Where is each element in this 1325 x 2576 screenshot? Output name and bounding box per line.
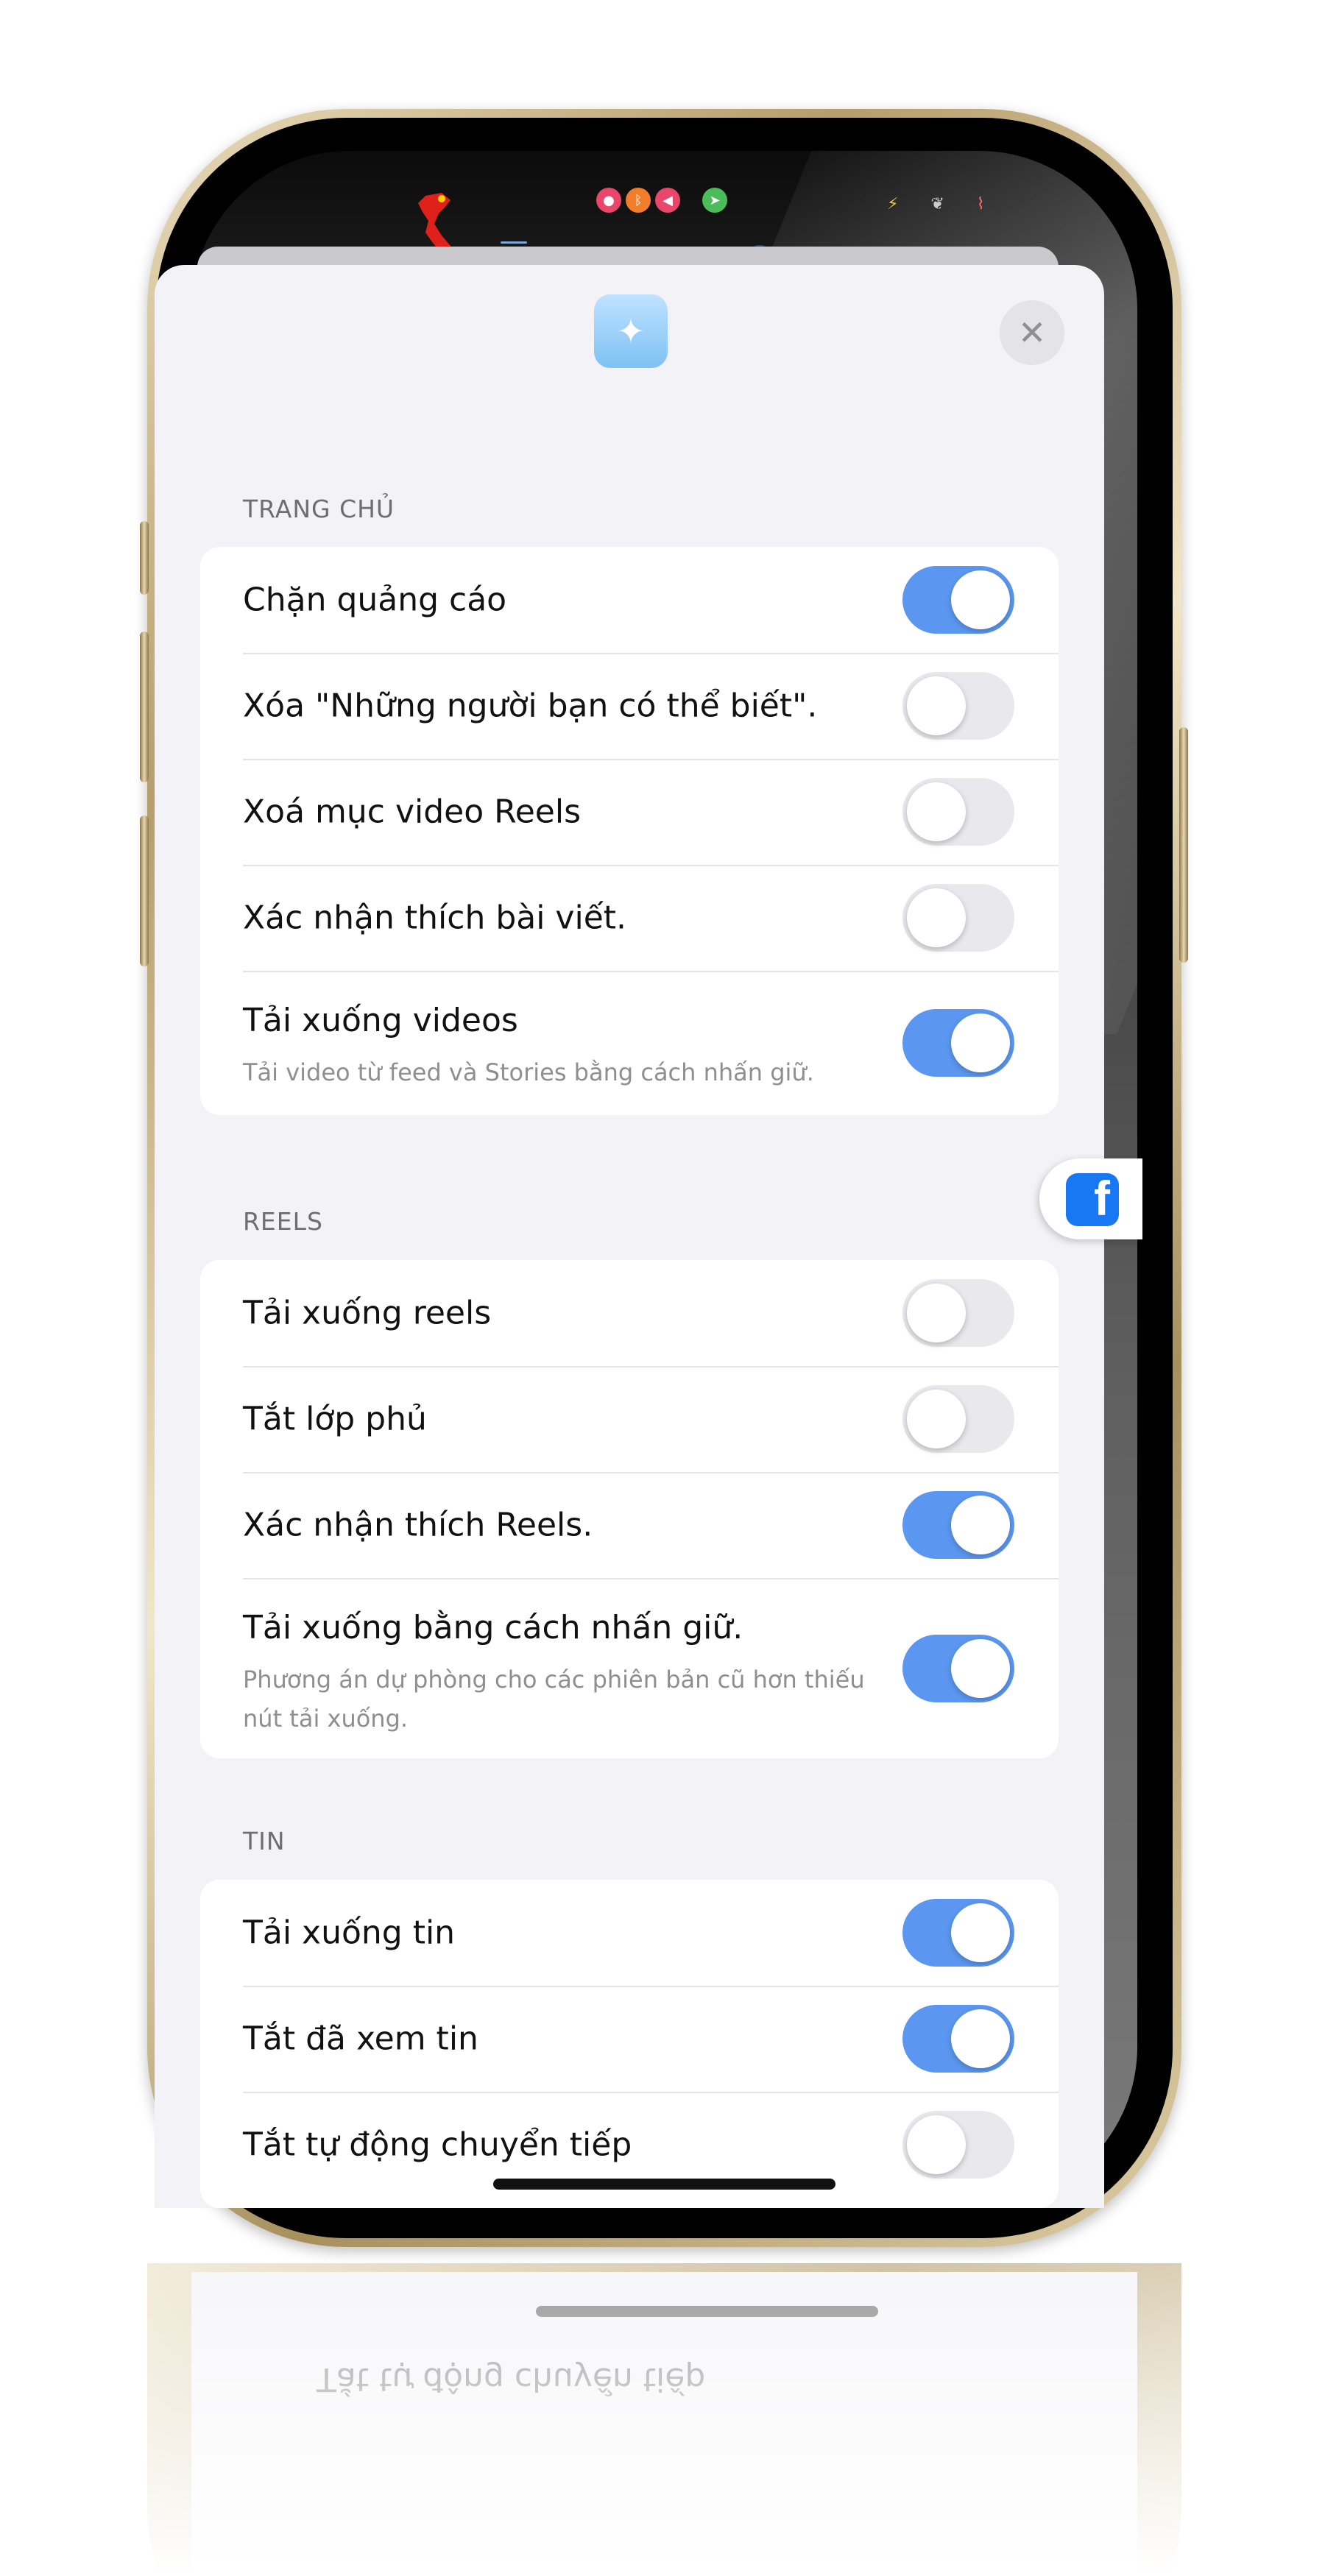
setting-label: Xóa "Những người bạn có thể biết". (243, 687, 818, 725)
setting-row-download-stories: Tải xuống tin (200, 1880, 1059, 1986)
sparkles-icon: ✦ (594, 294, 668, 368)
phone-reflection: Tắt tự động chuyển tiếp (147, 2263, 1181, 2576)
remove-pymk-toggle[interactable] (902, 672, 1014, 740)
home-indicator[interactable] (493, 2179, 835, 2190)
toggle-knob (951, 1638, 1010, 1698)
download-reels-toggle[interactable] (902, 1279, 1014, 1347)
toggle-knob (951, 570, 1010, 629)
power-button (1179, 727, 1188, 963)
setting-label: Xác nhận thích Reels. (243, 1506, 593, 1544)
facebook-icon: f (1066, 1173, 1119, 1226)
settings-group-home: Chặn quảng cáo Xóa "Những người bạn có t… (200, 547, 1059, 1115)
reflection-frame: Tắt tự động chuyển tiếp (147, 2263, 1181, 2576)
lock-icon: ● (596, 188, 621, 213)
speaker-icon: ◀ (655, 188, 680, 213)
location-arrow-icon: ➤ (702, 188, 727, 213)
remove-reels-section-toggle[interactable] (902, 778, 1014, 846)
setting-label: Tải xuống bằng cách nhấn giữ. (243, 1609, 743, 1646)
setting-label: Tải xuống tin (243, 1914, 456, 1952)
thermometer-icon: ⌇ (976, 195, 985, 213)
volume-down-button (140, 815, 149, 966)
confirm-reels-like-toggle[interactable] (902, 1491, 1014, 1559)
setting-description: Phương án dự phòng cho các phiên bản cũ … (243, 1666, 865, 1733)
section-header-home: TRANG CHỦ (243, 495, 395, 523)
toggle-knob (951, 2009, 1010, 2068)
settings-sheet: ✦ ✕ TRANG CHỦ Chặn quảng cáo Xóa "Những … (155, 265, 1104, 2208)
setting-label: Chặn quảng cáo (243, 581, 507, 619)
disable-seen-stories-toggle[interactable] (902, 2005, 1014, 2073)
setting-label: Tắt tự động chuyển tiếp (243, 2126, 632, 2164)
confirm-post-like-toggle[interactable] (902, 884, 1014, 952)
volume-up-button (140, 631, 149, 782)
facebook-floating-button[interactable]: f (1039, 1158, 1142, 1239)
reflection-home-indicator (536, 2306, 878, 2317)
disable-auto-advance-toggle[interactable] (902, 2111, 1014, 2179)
mute-switch (140, 521, 149, 595)
setting-label: Tắt đã xem tin (243, 2020, 478, 2058)
setting-row-confirm-reels-like: Xác nhận thích Reels. (200, 1472, 1059, 1578)
settings-group-reels: Tải xuống reels Tắt lớp phủ Xác nhận thí… (200, 1260, 1059, 1758)
toggle-knob (907, 1284, 966, 1342)
setting-label: Xác nhận thích bài viết. (243, 899, 626, 937)
status-icons: ● ᛒ ◀ ➤ (596, 188, 727, 213)
setting-row-remove-reels-section: Xoá mục video Reels (200, 759, 1059, 865)
setting-row-download-videos: Tải xuống videos Tải video từ feed và St… (200, 971, 1059, 1115)
close-button[interactable]: ✕ (1000, 300, 1064, 365)
toggle-knob (951, 1496, 1010, 1554)
download-stories-toggle[interactable] (902, 1899, 1014, 1967)
bolt-icon: ⚡ (887, 195, 899, 213)
toggle-knob (907, 888, 966, 947)
download-videos-toggle[interactable] (902, 1009, 1014, 1077)
section-header-reels: REELS (243, 1207, 323, 1236)
toggle-knob (907, 1390, 966, 1448)
block-ads-toggle[interactable] (902, 566, 1014, 634)
toggle-knob (951, 1013, 1010, 1072)
setting-label: Tải xuống videos (243, 1002, 518, 1039)
reflection-text: Tắt tự động chuyển tiếp (317, 2360, 706, 2398)
long-press-download-toggle[interactable] (902, 1634, 1014, 1702)
setting-label: Tải xuống reels (243, 1294, 492, 1332)
setting-row-disable-overlay: Tắt lớp phủ (200, 1366, 1059, 1472)
reflection-screen: Tắt tự động chuyển tiếp (191, 2272, 1137, 2576)
setting-row-remove-pymk: Xóa "Những người bạn có thể biết". (200, 653, 1059, 759)
close-icon: ✕ (1017, 313, 1047, 353)
toggle-knob (907, 782, 966, 841)
toggle-knob (907, 2115, 966, 2174)
settings-group-stories: Tải xuống tin Tắt đã xem tin Tắt tự động… (200, 1880, 1059, 2208)
status-right-icons: ⚡ ❦ ⌇ (887, 195, 985, 213)
setting-label: Xoá mục video Reels (243, 793, 581, 831)
setting-row-block-ads: Chặn quảng cáo (200, 547, 1059, 653)
leaf-icon: ❦ (930, 195, 944, 213)
setting-row-long-press-download: Tải xuống bằng cách nhấn giữ. Phương án … (200, 1578, 1059, 1758)
setting-row-disable-seen-stories: Tắt đã xem tin (200, 1986, 1059, 2092)
toggle-knob (951, 1903, 1010, 1962)
setting-row-download-reels: Tải xuống reels (200, 1260, 1059, 1366)
section-header-stories: TIN (243, 1827, 286, 1855)
bluetooth-icon: ᛒ (626, 188, 651, 213)
disable-overlay-toggle[interactable] (902, 1385, 1014, 1453)
setting-description: Tải video từ feed và Stories bằng cách n… (243, 1058, 814, 1086)
setting-label: Tắt lớp phủ (243, 1400, 427, 1438)
toggle-knob (907, 676, 966, 735)
setting-row-confirm-post-like: Xác nhận thích bài viết. (200, 865, 1059, 971)
